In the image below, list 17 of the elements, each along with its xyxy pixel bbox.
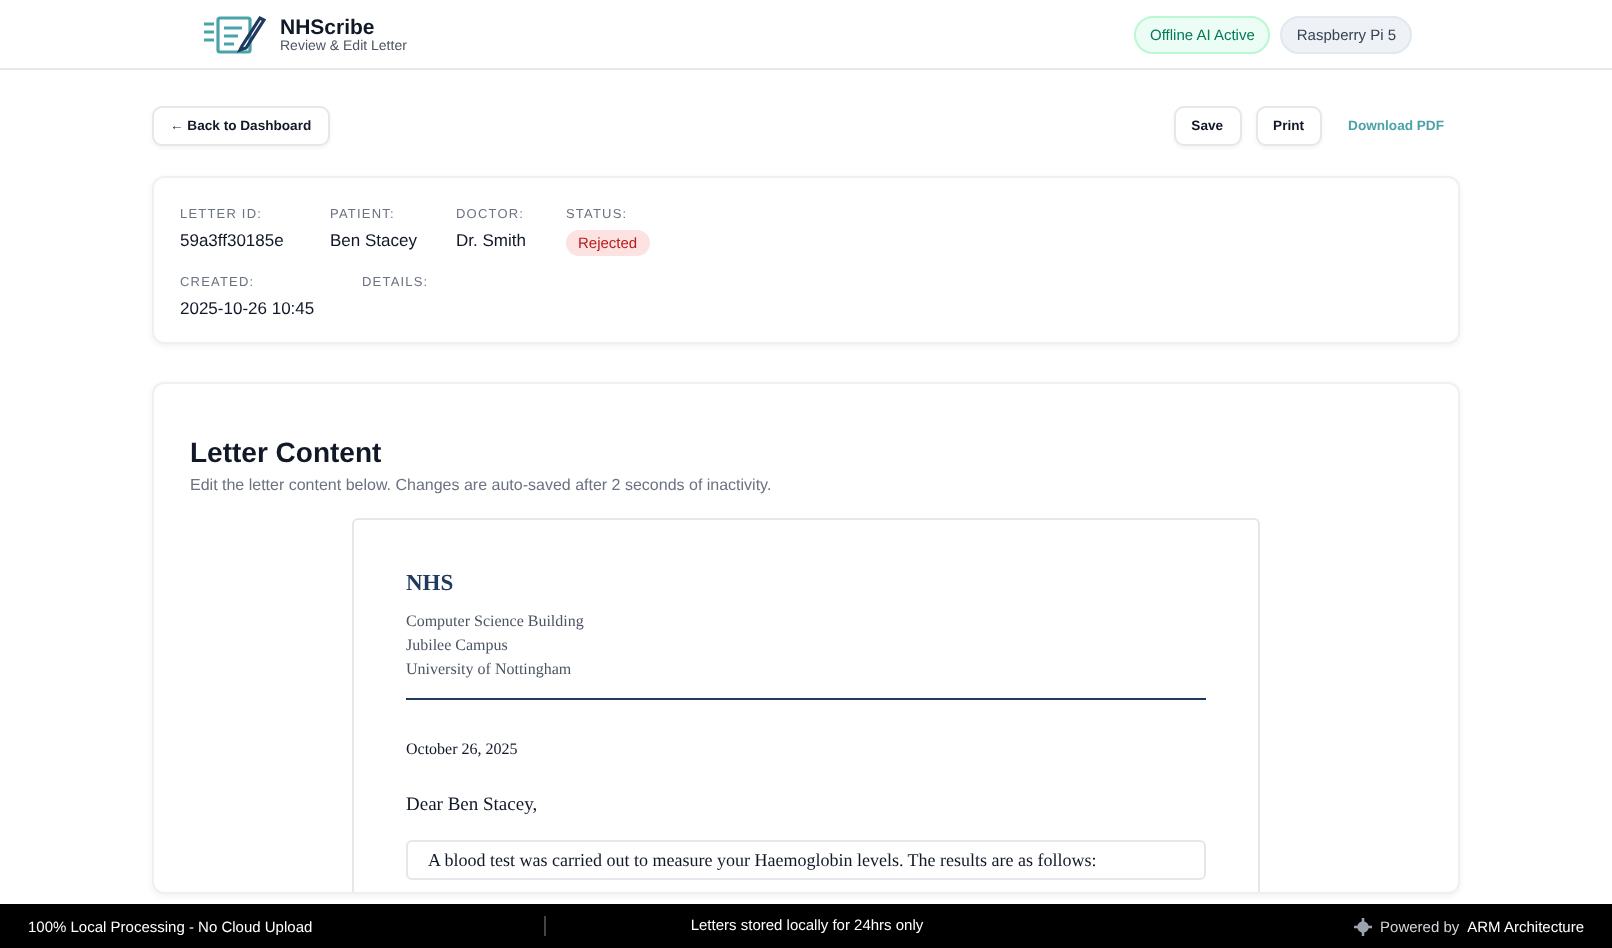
letter-editor[interactable]: NHS Computer Science Building Jubilee Campus University of Nottingham October 26, 2025 Dear Ben Stacey, A blood test was carried out to measure your Haemoglobin levels. The results are as follows: [352,518,1260,892]
notepad-pen-icon [202,12,266,56]
letterhead-org: NHS [406,572,456,596]
address-line: University of Nottingham [406,658,574,682]
app-name: NHScribe [280,15,377,39]
address-line: Computer Science Building [406,610,586,634]
section-hint: Edit the letter content below. Changes are auto-saved after 2 seconds of inactivity. [190,476,774,494]
section-title: Letter Content [190,436,384,468]
field-value: Ben Stacey [330,230,419,250]
letter-body-text[interactable]: A blood test was carried out to measure your Haemoglobin levels. The results are as follows: [406,840,1206,880]
chip-icon [1354,917,1373,935]
letter-date: October 26, 2025 [406,740,520,758]
field-value: 2025-10-26 10:45 [180,298,317,318]
field-value: 59a3ff30185e [180,230,286,250]
letter-greeting: Dear Ben Stacey, [406,796,540,816]
field-value: Dr. Smith [456,230,528,250]
address-line: Jubilee Campus [406,634,510,658]
